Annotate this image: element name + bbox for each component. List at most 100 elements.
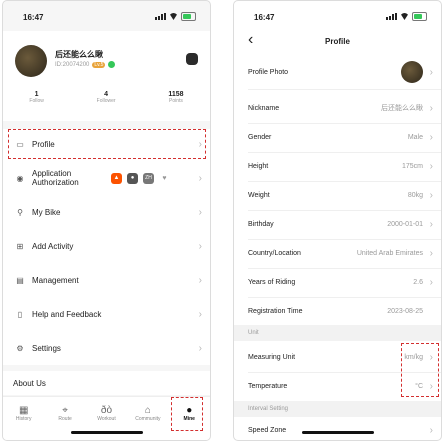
row-label: Height xyxy=(248,162,269,170)
chevron-right-icon: › xyxy=(198,342,202,354)
menu-item-add-activity[interactable]: ⊞ Add Activity › xyxy=(3,231,210,261)
country-row[interactable]: Country/Location United Arab Emirates › xyxy=(234,238,441,268)
level-badge: Lv.5 xyxy=(92,61,106,68)
interval-section-header: Interval Setting xyxy=(234,401,441,417)
chevron-right-icon: › xyxy=(429,102,433,114)
weight-row[interactable]: Weight 80kg › xyxy=(234,180,441,210)
follow-stat[interactable]: 1 Follow xyxy=(29,91,43,104)
row-label: Profile Photo xyxy=(248,68,289,76)
points-stat[interactable]: 1158 Points xyxy=(168,91,183,104)
shield-icon: ◉ xyxy=(16,173,24,183)
menu-label: Help and Feedback xyxy=(32,309,102,319)
community-icon: ⌂ xyxy=(144,405,151,416)
gear-icon: ⚙ xyxy=(16,343,24,353)
follower-label: Follower xyxy=(96,98,116,104)
highlight-profile xyxy=(8,129,206,159)
row-label: Nickname xyxy=(248,104,280,112)
about-us-row[interactable]: About Us xyxy=(3,371,210,395)
signal-icon xyxy=(155,13,166,20)
profile-screen: 16:47 ‹ Profile Profile Photo › Nickname… xyxy=(233,0,442,441)
menu-item-app-authorization[interactable]: ◉ Application Authorization ▲ ● ZH ♥ › xyxy=(3,161,210,195)
follower-stat[interactable]: 4 Follower xyxy=(97,91,116,104)
strava-icon: ▲ xyxy=(111,172,122,184)
tab-route[interactable]: ⌖ Route xyxy=(46,397,84,440)
menu-item-settings[interactable]: ⚙ Settings › xyxy=(3,333,210,363)
row-label: Country/Location xyxy=(248,249,301,257)
highlight-mine-tab xyxy=(171,397,203,431)
speed-zone-row[interactable]: Speed Zone › xyxy=(234,418,441,440)
status-bar: 16:47 xyxy=(3,1,210,31)
chevron-right-icon: › xyxy=(198,274,202,286)
status-time: 16:47 xyxy=(23,13,44,22)
menu-label: Application Authorization xyxy=(32,169,79,187)
verified-icon xyxy=(108,61,116,68)
menu-item-my-bike[interactable]: ⚲ My Bike › xyxy=(3,197,210,227)
chevron-right-icon: › xyxy=(198,240,202,252)
height-row[interactable]: Height 175cm › xyxy=(234,151,441,181)
points-count: 1158 xyxy=(168,91,184,98)
row-label: Temperature xyxy=(248,382,288,390)
status-time: 16:47 xyxy=(254,13,275,22)
tab-label: History xyxy=(15,416,32,422)
menu-label: My Bike xyxy=(32,207,61,217)
account-menu: ▭ Profile › ◉ Application Authorization … xyxy=(3,129,210,365)
chevron-right-icon: › xyxy=(429,189,433,201)
chevron-right-icon: › xyxy=(429,218,433,230)
app-icon: ● xyxy=(127,172,138,184)
route-icon: ⌖ xyxy=(62,405,68,416)
highlight-unit-values xyxy=(401,343,439,397)
chevron-right-icon: › xyxy=(198,206,202,218)
registration-time-row: Registration Time 2023-08-25 xyxy=(234,296,441,326)
row-label: Years of Riding xyxy=(248,278,296,286)
country-value: United Arab Emirates xyxy=(356,249,423,257)
avatar[interactable] xyxy=(15,45,47,77)
menu-item-management[interactable]: ▤ Management › xyxy=(3,265,210,295)
add-activity-icon: ⊞ xyxy=(16,241,24,251)
home-indicator xyxy=(301,431,374,434)
chevron-right-icon: › xyxy=(429,247,433,259)
username: 后还能么么瞅 xyxy=(55,50,103,59)
gender-row[interactable]: Gender Male › xyxy=(234,122,441,152)
workout-icon: ðò xyxy=(100,405,113,416)
page-title: Profile xyxy=(325,37,350,46)
chevron-right-icon: › xyxy=(429,131,433,143)
weight-value: 80kg xyxy=(407,191,423,199)
profile-photo-row[interactable]: Profile Photo › xyxy=(234,57,441,87)
profile-photo xyxy=(401,61,423,83)
nickname-row[interactable]: Nickname 后还能么么瞅 › xyxy=(234,93,441,123)
chevron-right-icon: › xyxy=(429,276,433,288)
row-label: Measuring Unit xyxy=(248,353,296,361)
tab-community[interactable]: ⌂ Community xyxy=(129,397,167,440)
chevron-right-icon: › xyxy=(429,160,433,172)
chevron-right-icon: › xyxy=(198,172,202,184)
registration-time-value: 2023-08-25 xyxy=(387,307,423,315)
wifi-icon xyxy=(400,13,409,20)
points-label: Points xyxy=(169,98,183,104)
folder-icon: ▤ xyxy=(16,275,24,285)
bike-icon: ⚲ xyxy=(17,207,23,217)
tab-workout[interactable]: ðò Workout xyxy=(87,397,125,440)
notification-icon[interactable] xyxy=(186,53,198,65)
row-label: Weight xyxy=(248,191,270,199)
height-value: 175cm xyxy=(401,162,423,170)
tab-label: Community xyxy=(135,416,161,422)
row-label: Registration Time xyxy=(248,307,303,315)
tab-history[interactable]: ▦ History xyxy=(5,397,43,440)
menu-label: Settings xyxy=(32,343,61,353)
status-bar: 16:47 xyxy=(234,1,441,31)
tab-label: Route xyxy=(58,416,72,422)
authorized-apps: ▲ ● ZH ♥ xyxy=(111,172,170,184)
birthday-row[interactable]: Birthday 2000-01-01 › xyxy=(234,209,441,239)
nav-bar: ‹ Profile xyxy=(234,31,441,55)
signal-icon xyxy=(386,13,397,20)
document-icon: ▯ xyxy=(17,309,23,319)
follow-count: 1 xyxy=(34,91,39,98)
years-riding-row[interactable]: Years of Riding 2.6 › xyxy=(234,267,441,297)
user-id: ID:20074200 xyxy=(55,61,90,68)
menu-item-help-feedback[interactable]: ▯ Help and Feedback › xyxy=(3,299,210,329)
heart-icon: ♥ xyxy=(159,172,170,184)
row-label: Gender xyxy=(248,133,272,141)
chevron-right-icon: › xyxy=(198,308,202,320)
follower-count: 4 xyxy=(104,91,109,98)
wifi-icon xyxy=(169,13,178,20)
